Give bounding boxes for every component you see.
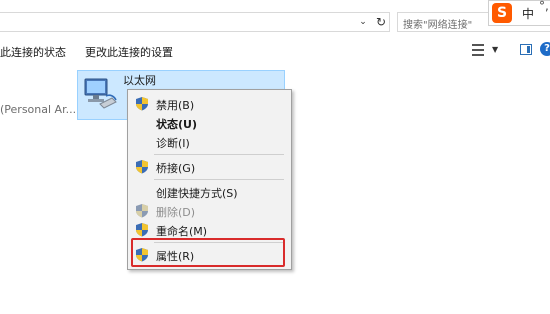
- search-placeholder: 搜索"网络连接": [403, 20, 473, 31]
- shield-icon: [136, 97, 148, 111]
- menu-separator: [154, 179, 284, 180]
- menu-label-rename: 重命名(M): [156, 225, 208, 238]
- menu-label-create-shortcut: 创建快捷方式(S): [156, 187, 238, 200]
- menu-label-bridge: 桥接(G): [156, 162, 196, 175]
- menu-label-diagnose: 诊断(I): [156, 137, 190, 150]
- menu-label-delete: 删除(D): [156, 206, 196, 219]
- shield-icon: [136, 160, 148, 174]
- shield-icon: [136, 223, 148, 237]
- preview-pane-icon[interactable]: [520, 44, 532, 55]
- connection-name: 以太网: [123, 74, 156, 87]
- shield-icon: [136, 204, 148, 218]
- command-bar: 此连接的状态 更改此连接的设置: [0, 38, 550, 64]
- change-settings-button[interactable]: 更改此连接的设置: [85, 44, 173, 60]
- menu-item-create-shortcut[interactable]: 创建快捷方式(S): [128, 181, 291, 202]
- menu-item-diagnose[interactable]: 诊断(I): [128, 131, 291, 152]
- ime-punctuation[interactable]: °,: [539, 0, 549, 13]
- ime-language[interactable]: 中: [522, 5, 534, 22]
- menu-separator: [154, 154, 284, 155]
- adapter-description: (Personal Ar...: [0, 103, 77, 116]
- help-icon[interactable]: ?: [540, 42, 550, 56]
- menu-item-rename[interactable]: 重命名(M): [128, 219, 291, 240]
- menu-label-status: 状态(U): [156, 118, 197, 131]
- view-options-icon[interactable]: [472, 44, 484, 56]
- address-field[interactable]: [0, 12, 390, 32]
- menu-item-delete[interactable]: 删除(D): [128, 200, 291, 221]
- menu-label-disable: 禁用(B): [156, 99, 195, 112]
- network-adapter-icon: [84, 78, 117, 109]
- chevron-down-icon[interactable]: ⌄: [356, 14, 370, 30]
- menu-item-status[interactable]: 状态(U): [128, 112, 291, 133]
- view-status-button[interactable]: 此连接的状态: [0, 44, 66, 60]
- menu-item-disable[interactable]: 禁用(B): [128, 93, 291, 114]
- ime-toolbar[interactable]: S 中 °,: [488, 0, 550, 26]
- refresh-icon[interactable]: ↻: [374, 14, 388, 30]
- properties-highlight-box: [131, 238, 285, 267]
- menu-item-bridge[interactable]: 桥接(G): [128, 156, 291, 177]
- view-dropdown-icon[interactable]: ▼: [492, 45, 498, 54]
- sogou-logo-icon[interactable]: S: [492, 3, 512, 23]
